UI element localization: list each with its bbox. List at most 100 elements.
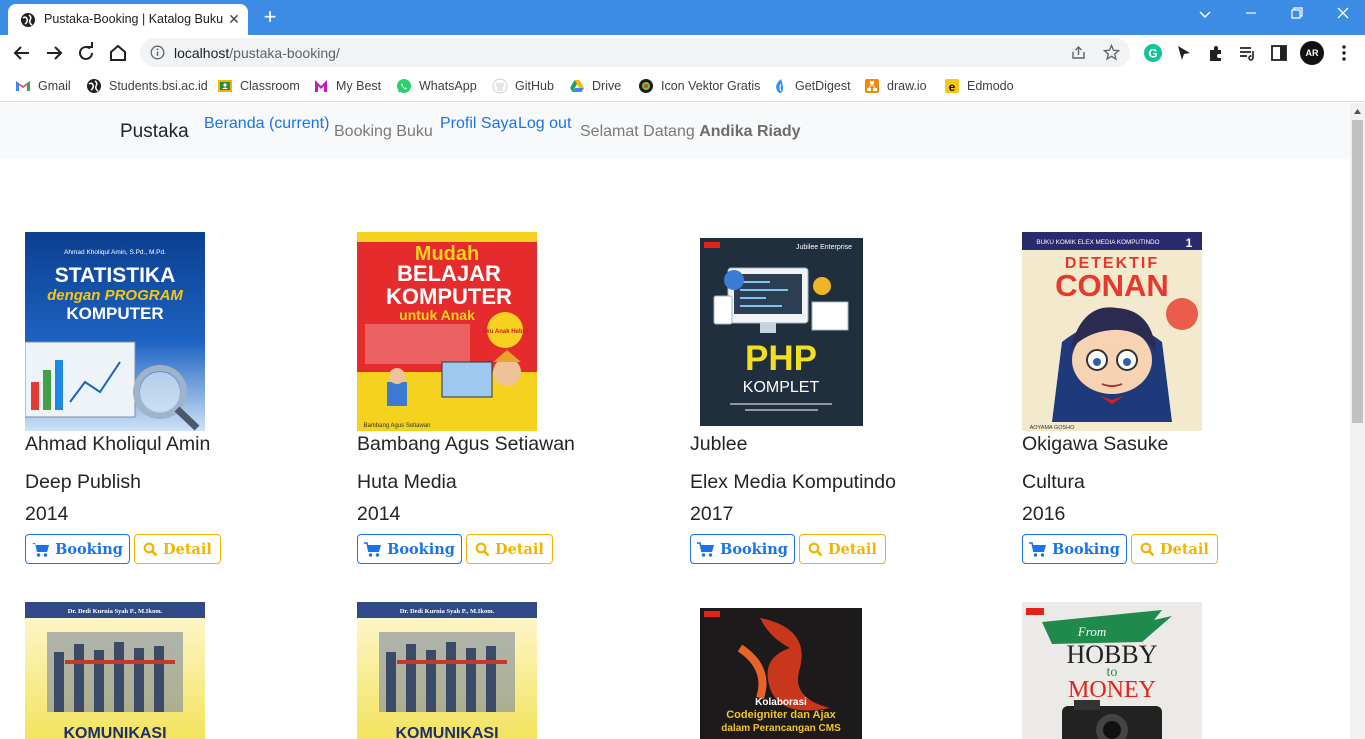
tab-title: Pustaka-Booking | Katalog Buku (44, 12, 224, 26)
drive-icon (570, 80, 584, 92)
browser-tab[interactable]: Pustaka-Booking | Katalog Buku ✕ (8, 4, 248, 35)
media-queue-icon[interactable] (1237, 43, 1257, 63)
book-year: 2014 (357, 503, 401, 525)
back-icon[interactable] (9, 40, 35, 66)
grammarly-icon[interactable]: G (1143, 43, 1163, 63)
bookmark-whatsapp[interactable]: WhatsApp (396, 77, 477, 95)
close-window-icon[interactable] (1320, 2, 1365, 28)
detail-button[interactable]: Detail (799, 534, 886, 564)
svg-text:STATISTIKA: STATISTIKA (55, 264, 176, 287)
scrollbar-thumb[interactable] (1352, 120, 1363, 423)
book-cover-image[interactable]: From HOBBY to MONEY (1022, 602, 1202, 739)
bookmark-icon-vektor[interactable]: Icon Vektor Gratis (638, 77, 760, 95)
close-tab-icon[interactable]: ✕ (226, 11, 242, 27)
bookmark-mybest[interactable]: My Best (313, 77, 381, 95)
navbar-brand[interactable]: Pustaka (120, 121, 189, 143)
detail-button[interactable]: Detail (1131, 534, 1218, 564)
svg-text:untuk Anak: untuk Anak (399, 307, 475, 323)
minimize-icon[interactable] (1228, 2, 1274, 28)
svg-text:KOMPUTER: KOMPUTER (66, 304, 163, 323)
bookmarks-bar: Gmail Students.bsi.ac.id Classroom My Be… (0, 71, 1365, 102)
svg-text:Dr. Dedi Kurnia Syah P., M.Iko: Dr. Dedi Kurnia Syah P., M.Ikom. (400, 608, 495, 615)
book-author: Jublee (690, 433, 748, 455)
svg-text:e: e (949, 80, 956, 94)
svg-text:From: From (1077, 624, 1106, 639)
new-tab-icon[interactable]: + (258, 6, 282, 28)
search-icon (1140, 542, 1155, 556)
globe-icon (21, 13, 35, 27)
side-panel-icon[interactable] (1269, 43, 1289, 63)
nav-link-logout[interactable]: Log out (518, 115, 571, 133)
cursor-extension-icon[interactable] (1174, 43, 1194, 63)
book-cover-image[interactable]: BUKU KOMIK ELEX MEDIA KOMPUTINDO 1 DETEK… (1022, 232, 1202, 431)
github-icon (492, 78, 508, 94)
reload-icon[interactable] (73, 40, 99, 66)
book-cover-image[interactable]: Dr. Dedi Kurnia Syah P., M.Ikom. KOMUNIK… (357, 602, 537, 739)
svg-text:Codeigniter dan Ajax: Codeigniter dan Ajax (726, 709, 836, 721)
detail-button[interactable]: Detail (466, 534, 553, 564)
book-cover-image[interactable]: Kolaborasi Codeigniter dan Ajax dalam Pe… (700, 608, 862, 739)
tab-search-icon[interactable] (1182, 2, 1228, 28)
booking-button[interactable]: Booking (357, 534, 462, 564)
nav-link-beranda[interactable]: Beranda (current) (204, 115, 329, 133)
url-text: localhost/pustaka-booking/ (174, 45, 340, 61)
user-name: Andika Riady (699, 123, 801, 140)
svg-text:AOYAMA GOSHO: AOYAMA GOSHO (1030, 425, 1076, 431)
profile-avatar[interactable]: AR (1300, 41, 1324, 65)
restore-icon[interactable] (1274, 2, 1320, 28)
globe-icon (87, 79, 101, 93)
share-icon[interactable] (1070, 44, 1087, 61)
book-cover-image[interactable]: Ahmad Kholiqul Amin, S.Pd., M.Pd. STATIS… (25, 232, 205, 431)
site-info-icon[interactable] (150, 45, 165, 60)
bookmark-edmodo[interactable]: e Edmodo (944, 77, 1014, 95)
bookmark-star-icon[interactable] (1103, 44, 1120, 61)
cart-icon (697, 541, 715, 557)
cart-icon (364, 541, 382, 557)
booking-button[interactable]: Booking (1022, 534, 1127, 564)
detail-button[interactable]: Detail (134, 534, 221, 564)
book-publisher: Elex Media Komputindo (690, 471, 896, 493)
book-cover-image[interactable]: Mudah BELAJAR KOMPUTER untuk Anak Aku An… (357, 232, 537, 431)
address-bar[interactable]: localhost/pustaka-booking/ (140, 38, 1130, 67)
svg-text:KOMUNIKASI: KOMUNIKASI (395, 725, 498, 739)
svg-text:PHP: PHP (745, 339, 817, 378)
mybest-icon (315, 80, 327, 92)
bookmark-getdigest[interactable]: GetDigest (772, 77, 851, 95)
nav-link-booking-buku[interactable]: Booking Buku (334, 123, 433, 141)
svg-text:Bambang Agus Setiawan: Bambang Agus Setiawan (363, 423, 430, 429)
search-icon (808, 542, 823, 556)
bookmark-students[interactable]: Students.bsi.ac.id (86, 77, 208, 95)
bookmark-drive[interactable]: Drive (569, 77, 621, 95)
book-cover-image[interactable]: Jubilee Enterprise PHP KOMPLET (700, 238, 863, 426)
scroll-up-icon[interactable] (1353, 107, 1362, 116)
gmail-icon (16, 81, 30, 91)
home-icon[interactable] (105, 40, 131, 66)
forward-icon[interactable] (41, 40, 67, 66)
svg-text:KOMUNIKASI: KOMUNIKASI (63, 725, 166, 739)
book-author: Bambang Agus Setiawan (357, 433, 575, 455)
svg-text:KOMPLET: KOMPLET (743, 379, 820, 396)
svg-text:Aku Anak Hebat: Aku Anak Hebat (482, 329, 528, 335)
booking-button[interactable]: Booking (25, 534, 130, 564)
svg-text:G: G (1148, 47, 1157, 61)
svg-text:Kolaborasi: Kolaborasi (755, 697, 807, 708)
book-author: Okigawa Sasuke (1022, 433, 1169, 455)
book-author: Ahmad Kholiqul Amin (25, 433, 211, 455)
svg-text:BUKU KOMIK ELEX MEDIA KOMPUTIN: BUKU KOMIK ELEX MEDIA KOMPUTINDO (1036, 239, 1159, 246)
nav-link-profil-saya[interactable]: Profil Saya (440, 115, 517, 133)
extensions-puzzle-icon[interactable] (1206, 43, 1226, 63)
chrome-menu-icon[interactable] (1334, 43, 1354, 63)
bookmark-drawio[interactable]: draw.io (864, 77, 927, 95)
svg-text:Dr. Dedi Kurnia Syah P., M.Iko: Dr. Dedi Kurnia Syah P., M.Ikom. (68, 608, 163, 615)
site-navbar: Pustaka Beranda (current) Booking Buku P… (0, 103, 1350, 159)
browser-tab-strip: Pustaka-Booking | Katalog Buku ✕ + (0, 0, 1365, 35)
book-cover-image[interactable]: Dr. Dedi Kurnia Syah P., M.Ikom. KOMUNIK… (25, 602, 205, 739)
svg-text:KOMPUTER: KOMPUTER (386, 284, 512, 309)
booking-button[interactable]: Booking (690, 534, 795, 564)
bookmark-gmail[interactable]: Gmail (15, 77, 71, 95)
bookmark-github[interactable]: GitHub (492, 77, 554, 95)
bookmark-classroom[interactable]: Classroom (217, 77, 300, 95)
book-year: 2016 (1022, 503, 1066, 525)
svg-text:1: 1 (1186, 236, 1193, 250)
page-scrollbar[interactable] (1350, 103, 1365, 739)
